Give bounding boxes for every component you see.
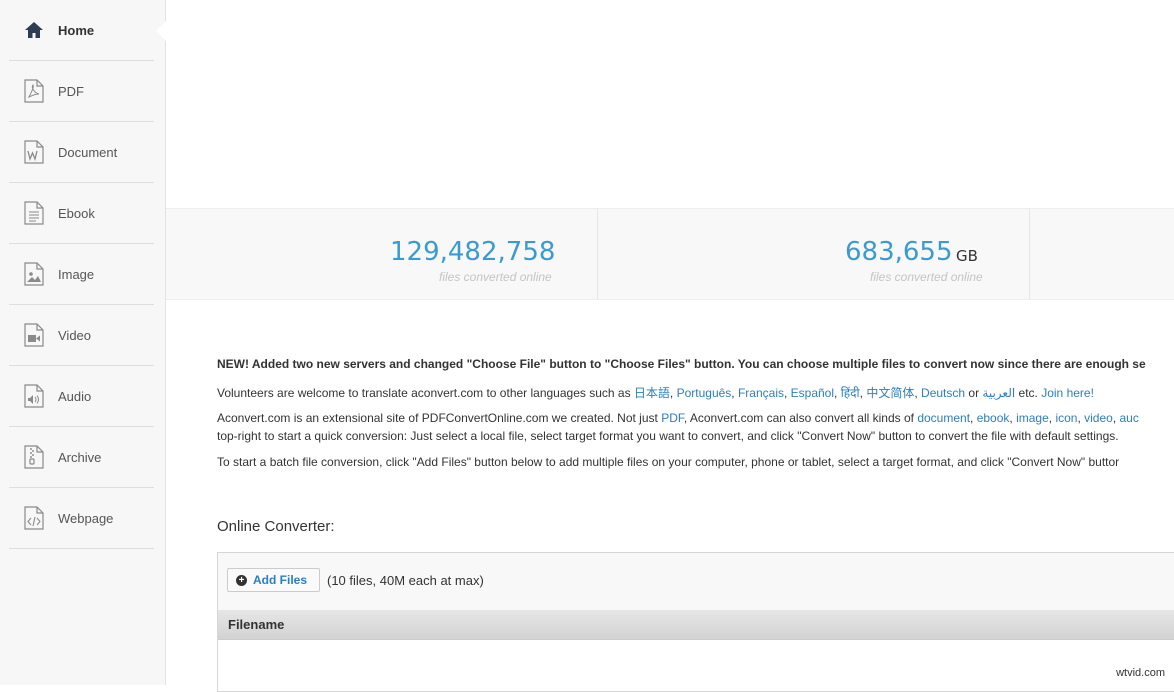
converter-panel: + Add Files (10 files, 40M each at max) …: [217, 552, 1174, 692]
plus-circle-icon: +: [236, 574, 247, 586]
file-limit-note: (10 files, 40M each at max): [327, 573, 484, 588]
pdf-file-icon: [23, 79, 45, 103]
join-here-link[interactable]: Join here!: [1041, 386, 1094, 400]
image-link[interactable]: image: [1016, 411, 1049, 425]
files-converted-count: 129,482,758: [390, 237, 556, 267]
lang-link-chinese[interactable]: 中文简体: [866, 386, 914, 400]
sidebar-nav: Home PDF Document Ebook Image Video Audi…: [0, 0, 166, 685]
audio-link[interactable]: auc: [1119, 411, 1138, 425]
sidebar-item-label: PDF: [58, 83, 84, 99]
about-text-mid: , Aconvert.com can also convert all kind…: [683, 411, 918, 425]
ebook-file-icon: [23, 201, 45, 225]
data-converted-unit: GB: [956, 247, 978, 265]
sidebar-item-label: Webpage: [58, 510, 114, 526]
lang-link-japanese[interactable]: 日本語: [634, 386, 670, 400]
sidebar-item-video[interactable]: Video: [9, 305, 154, 366]
add-files-button[interactable]: + Add Files: [227, 568, 320, 592]
new-servers-notice: NEW! Added two new servers and changed "…: [217, 357, 1146, 371]
active-indicator: [156, 21, 166, 41]
audio-file-icon: [23, 384, 45, 408]
stat-divider: [1029, 209, 1030, 299]
sidebar-item-document[interactable]: Document: [9, 122, 154, 183]
webpage-file-icon: [23, 506, 45, 530]
ebook-link[interactable]: ebook: [977, 411, 1010, 425]
lang-link-french[interactable]: Français: [738, 386, 784, 400]
translate-text: Volunteers are welcome to translate acon…: [217, 386, 634, 400]
about-notice: Aconvert.com is an extensional site of P…: [217, 411, 1139, 425]
sidebar-item-archive[interactable]: Archive: [9, 427, 154, 488]
icon-link[interactable]: icon: [1055, 411, 1077, 425]
converter-toolbar: + Add Files (10 files, 40M each at max): [218, 553, 1174, 611]
image-file-icon: [23, 262, 45, 286]
batch-conversion-notice: To start a batch file conversion, click …: [217, 455, 1120, 469]
sidebar-item-label: Ebook: [58, 205, 95, 221]
stat-divider: [597, 209, 598, 299]
word-file-icon: [23, 140, 45, 164]
sidebar-item-label: Home: [58, 22, 95, 38]
lang-link-german[interactable]: Deutsch: [921, 386, 965, 400]
pdf-link[interactable]: PDF: [661, 411, 684, 425]
lang-link-hindi[interactable]: हिंदी: [841, 386, 860, 400]
sidebar-item-home[interactable]: Home: [9, 0, 154, 61]
sidebar-item-webpage[interactable]: Webpage: [9, 488, 154, 549]
video-link[interactable]: video: [1084, 411, 1113, 425]
sidebar-item-ebook[interactable]: Ebook: [9, 183, 154, 244]
etc-text: etc.: [1015, 386, 1042, 400]
sidebar-item-pdf[interactable]: PDF: [9, 61, 154, 122]
sidebar-item-image[interactable]: Image: [9, 244, 154, 305]
sidebar-item-label: Audio: [58, 388, 92, 404]
sidebar-item-audio[interactable]: Audio: [9, 366, 154, 427]
video-file-icon: [23, 323, 45, 347]
sidebar-item-label: Archive: [58, 449, 102, 465]
sidebar-item-label: Image: [58, 266, 95, 282]
files-converted-caption: files converted online: [439, 270, 552, 284]
about-text: Aconvert.com is an extensional site of P…: [217, 411, 662, 425]
stats-bar: 129,482,758 files converted online 683,6…: [166, 208, 1174, 300]
watermark: wtvid.com: [1116, 667, 1165, 679]
add-files-label: Add Files: [253, 573, 308, 587]
lang-link-spanish[interactable]: Español: [791, 386, 834, 400]
sidebar-item-label: Video: [58, 327, 92, 343]
sidebar-item-label: Document: [58, 144, 118, 160]
online-converter-title: Online Converter:: [217, 518, 335, 535]
lang-link-arabic[interactable]: العربية: [982, 386, 1015, 400]
lang-link-portuguese[interactable]: Português: [677, 386, 732, 400]
home-icon: [23, 18, 45, 42]
translate-notice: Volunteers are welcome to translate acon…: [217, 386, 1094, 400]
document-link[interactable]: document: [917, 411, 970, 425]
data-converted-amount: 683,655: [845, 237, 953, 267]
filename-column-header: Filename: [228, 617, 285, 632]
data-converted-caption: files converted online: [870, 270, 983, 284]
quick-conversion-notice: top-right to start a quick conversion: J…: [217, 429, 1119, 443]
or-text: or: [965, 386, 983, 400]
file-table-header: Filename: [218, 610, 1174, 640]
archive-file-icon: [23, 445, 45, 469]
